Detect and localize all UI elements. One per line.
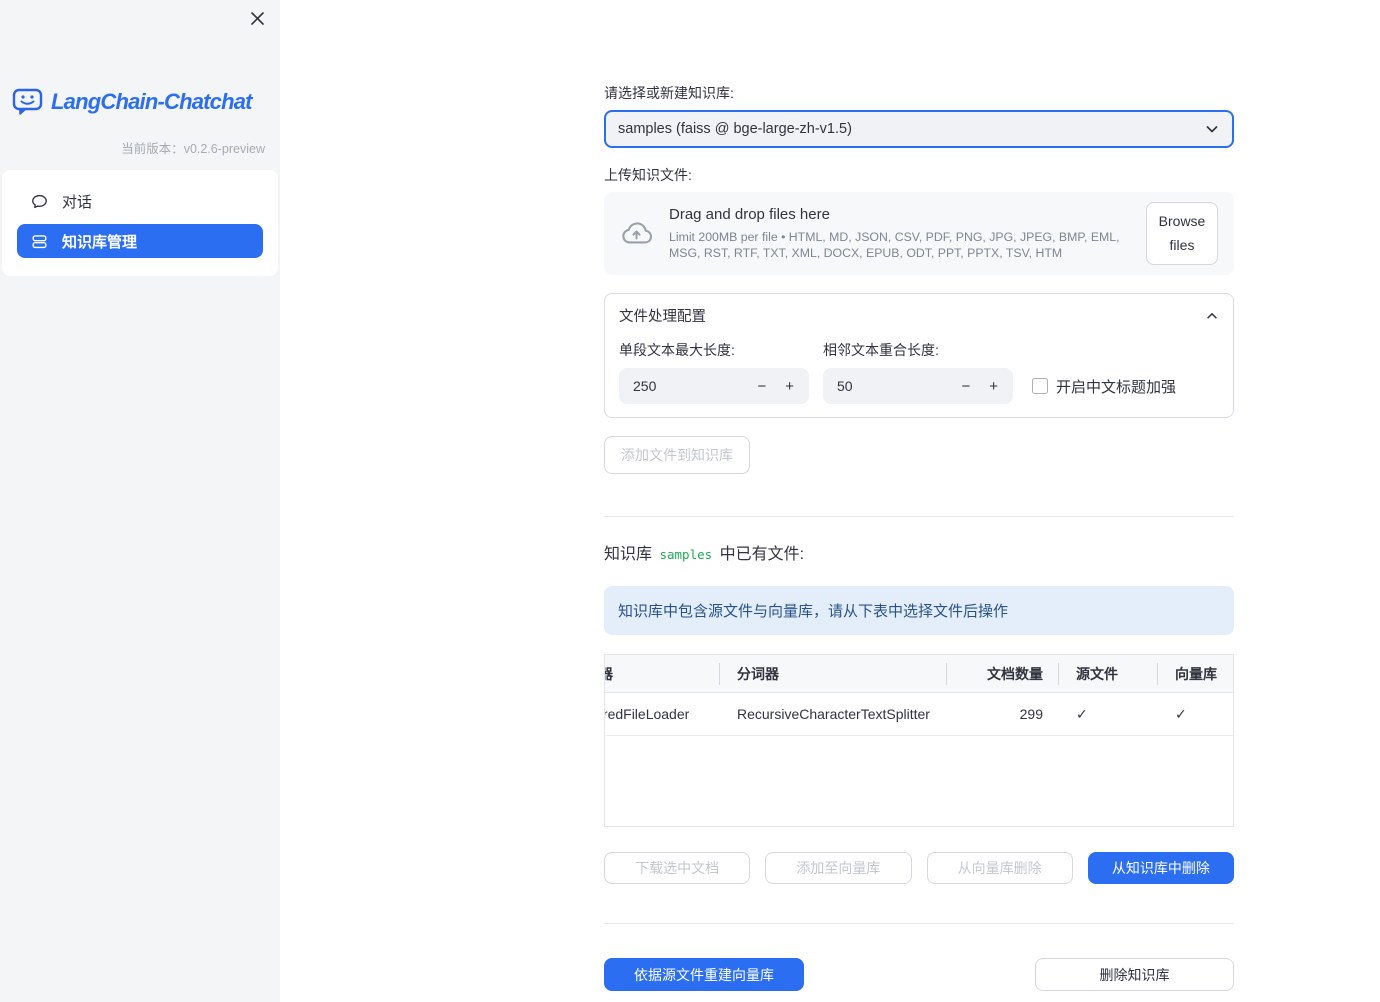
cell-vector-store: ✓	[1175, 705, 1187, 722]
upload-label: 上传知识文件:	[604, 167, 692, 183]
overlap-increment-button[interactable]: +	[989, 379, 998, 394]
overlap-decrement-button[interactable]: −	[961, 379, 970, 394]
zh-title-enhance-checkbox[interactable]: 开启中文标题加强	[1032, 368, 1176, 404]
column-header-source-file: 源文件	[1058, 655, 1157, 692]
upload-cloud-icon	[622, 222, 653, 244]
cell-doc-count: 299	[1019, 706, 1043, 722]
checkbox-box	[1032, 378, 1048, 394]
kb-files-heading: 知识库 samples 中已有文件:	[604, 543, 1234, 567]
expander-header[interactable]: 文件处理配置	[619, 305, 1219, 326]
kb-select-label: 请选择或新建知识库:	[604, 85, 734, 101]
bottom-actions: 依据源文件重建向量库 删除知识库	[604, 958, 1234, 991]
chevron-up-icon	[1207, 312, 1217, 318]
divider	[604, 923, 1234, 924]
files-table[interactable]: 文档加载器 分词器 文档数量 源文件 向量库 UnstructuredFileL…	[604, 654, 1234, 827]
overlap-input[interactable]: 50 − +	[823, 368, 1013, 404]
file-dropzone[interactable]: Drag and drop files here Limit 200MB per…	[604, 192, 1234, 275]
delete-from-vector-store-button[interactable]: 从向量库删除	[926, 852, 1073, 884]
sidebar-item-chat[interactable]: 对话	[17, 184, 263, 218]
row-actions: 下载选中文档 添加至向量库 从向量库删除 从知识库中删除	[604, 852, 1234, 884]
dropzone-limits: Limit 200MB per file • HTML, MD, JSON, C…	[669, 229, 1120, 260]
sidebar-item-label: 知识库管理	[62, 233, 138, 251]
heading-prefix: 知识库	[604, 546, 653, 563]
kb-select-value: samples (faiss @ bge-large-zh-v1.5)	[618, 121, 852, 137]
dropzone-title: Drag and drop files here	[669, 205, 830, 223]
column-header-vector-store: 向量库	[1157, 655, 1233, 692]
expander-title: 文件处理配置	[619, 309, 706, 325]
download-selected-button[interactable]: 下载选中文档	[604, 852, 751, 884]
dropzone-text: Drag and drop files here Limit 200MB per…	[669, 206, 1146, 261]
sidebar: LangChain-Chatchat 当前版本：v0.2.6-preview 对…	[0, 0, 280, 1002]
table-header-row: 文档加载器 分词器 文档数量 源文件 向量库	[605, 655, 1233, 693]
chunk-size-label: 单段文本最大长度:	[619, 342, 735, 358]
column-header-doc-count: 文档数量	[946, 655, 1058, 692]
chunk-size-increment-button[interactable]: +	[785, 379, 794, 394]
overlap-group: 相邻文本重合长度: 50 − +	[823, 340, 1013, 404]
kb-name-code: samples	[659, 547, 713, 562]
chat-smiley-logo-icon	[12, 88, 43, 115]
info-banner-text: 知识库中包含源文件与向量库，请从下表中选择文件后操作	[618, 603, 1009, 620]
chunk-size-decrement-button[interactable]: −	[757, 379, 766, 394]
delete-kb-button[interactable]: 删除知识库	[1035, 958, 1234, 991]
divider	[604, 516, 1234, 517]
cell-loader: UnstructuredFileLoader	[605, 706, 690, 722]
file-config-expander: 文件处理配置 单段文本最大长度: 250 − + 相邻文本重合长度: 50 − …	[604, 293, 1234, 418]
version-label: 当前版本：	[121, 142, 184, 156]
sidebar-item-knowledge-base[interactable]: 知识库管理	[17, 224, 263, 258]
add-files-to-kb-button[interactable]: 添加文件到知识库	[604, 436, 750, 474]
chunk-size-value: 250	[633, 378, 657, 394]
chunk-size-group: 单段文本最大长度: 250 − +	[619, 340, 809, 404]
close-sidebar-icon[interactable]	[247, 8, 267, 28]
table-row: UnstructuredFileLoader RecursiveCharacte…	[605, 693, 1233, 736]
sidebar-nav: 对话 知识库管理	[2, 170, 278, 276]
sidebar-item-label: 对话	[62, 193, 93, 211]
expander-body: 单段文本最大长度: 250 − + 相邻文本重合长度: 50 − + 开启中文标…	[619, 340, 1219, 404]
app-title: LangChain-Chatchat	[51, 89, 253, 114]
add-to-vector-store-button[interactable]: 添加至向量库	[765, 852, 912, 884]
info-banner: 知识库中包含源文件与向量库，请从下表中选择文件后操作	[604, 586, 1234, 635]
app-logo: LangChain-Chatchat	[0, 0, 280, 118]
delete-from-kb-button[interactable]: 从知识库中删除	[1087, 852, 1234, 884]
cell-splitter: RecursiveCharacterTextSplitter	[737, 706, 930, 722]
column-header-splitter: 分词器	[719, 655, 946, 692]
chevron-down-icon	[1206, 126, 1218, 133]
close-icon	[250, 11, 264, 25]
version-text: 当前版本：v0.2.6-preview	[0, 138, 280, 157]
kb-select[interactable]: samples (faiss @ bge-large-zh-v1.5)	[604, 110, 1234, 148]
column-header-loader: 文档加载器	[605, 655, 719, 692]
browse-files-button[interactable]: Browse files	[1146, 202, 1218, 265]
version-value: v0.2.6-preview	[183, 142, 265, 156]
cell-source-file: ✓	[1076, 705, 1088, 722]
rebuild-vector-store-button[interactable]: 依据源文件重建向量库	[604, 958, 804, 991]
main-content: 请选择或新建知识库: samples (faiss @ bge-large-zh…	[604, 0, 1234, 991]
chat-bubble-icon	[32, 194, 47, 208]
overlap-label: 相邻文本重合长度:	[823, 342, 939, 358]
kb-list-icon	[32, 234, 47, 248]
checkbox-label: 开启中文标题加强	[1056, 378, 1177, 396]
overlap-value: 50	[837, 378, 853, 394]
chunk-size-input[interactable]: 250 − +	[619, 368, 809, 404]
heading-suffix: 中已有文件:	[719, 546, 805, 563]
